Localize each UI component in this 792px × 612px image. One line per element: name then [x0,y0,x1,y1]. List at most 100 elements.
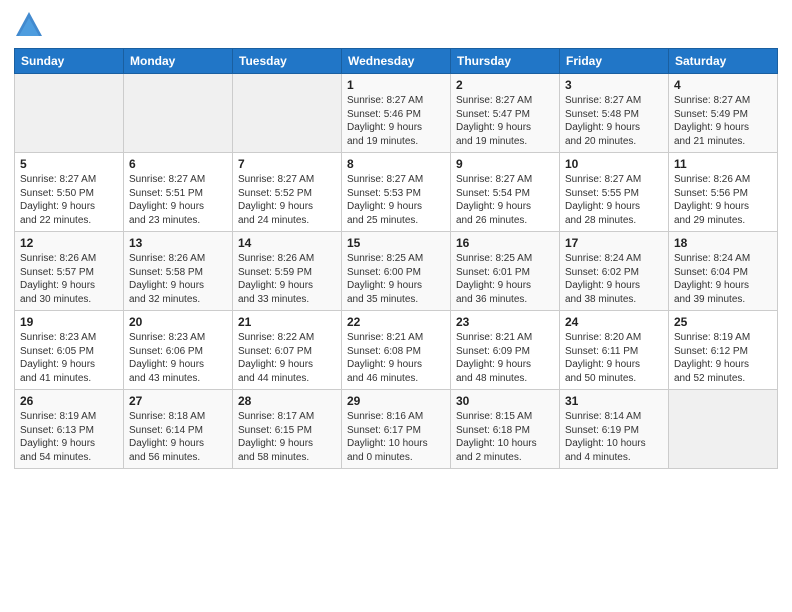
weekday-header-row: SundayMondayTuesdayWednesdayThursdayFrid… [15,49,778,74]
day-info: Sunrise: 8:25 AM Sunset: 6:00 PM Dayligh… [347,252,445,306]
day-info: Sunrise: 8:22 AM Sunset: 6:07 PM Dayligh… [238,331,336,385]
day-number: 28 [238,394,336,408]
day-number: 27 [129,394,227,408]
day-number: 3 [565,78,663,92]
week-row-2: 12 Sunrise: 8:26 AM Sunset: 5:57 PM Dayli… [15,232,778,311]
day-number: 8 [347,157,445,171]
day-number: 17 [565,236,663,250]
logo-icon [14,10,44,40]
weekday-header-friday: Friday [560,49,669,74]
day-info: Sunrise: 8:26 AM Sunset: 5:56 PM Dayligh… [674,173,772,227]
calendar-cell [15,74,124,153]
day-number: 29 [347,394,445,408]
day-info: Sunrise: 8:27 AM Sunset: 5:53 PM Dayligh… [347,173,445,227]
day-number: 13 [129,236,227,250]
day-number: 4 [674,78,772,92]
calendar-cell: 16Sunrise: 8:25 AM Sunset: 6:01 PM Dayli… [451,232,560,311]
day-number: 22 [347,315,445,329]
day-info: Sunrise: 8:27 AM Sunset: 5:51 PM Dayligh… [129,173,227,227]
week-row-1: 5 Sunrise: 8:27 AM Sunset: 5:50 PM Daylig… [15,153,778,232]
weekday-header-thursday: Thursday [451,49,560,74]
weekday-header-sunday: Sunday [15,49,124,74]
day-info: Sunrise: 8:27 AM Sunset: 5:46 PM Dayligh… [347,94,445,148]
day-number: 18 [674,236,772,250]
day-info: Sunrise: 8:27 AM Sunset: 5:47 PM Dayligh… [456,94,554,148]
day-number: 24 [565,315,663,329]
logo [14,10,48,40]
day-info: Sunrise: 8:27 AM Sunset: 5:50 PM Dayligh… [20,173,118,227]
day-info: Sunrise: 8:23 AM Sunset: 6:05 PM Dayligh… [20,331,118,385]
weekday-header-wednesday: Wednesday [342,49,451,74]
calendar-cell: 24 Sunrise: 8:20 AM Sunset: 6:11 PM Dayli… [560,311,669,390]
calendar-cell: 15 Sunrise: 8:25 AM Sunset: 6:00 PM Dayli… [342,232,451,311]
day-info: Sunrise: 8:27 AM Sunset: 5:55 PM Dayligh… [565,173,663,227]
week-row-0: 1 Sunrise: 8:27 AM Sunset: 5:46 PM Daylig… [15,74,778,153]
day-info: Sunrise: 8:26 AM Sunset: 5:59 PM Dayligh… [238,252,336,306]
day-info: Sunrise: 8:27 AM Sunset: 5:49 PM Dayligh… [674,94,772,148]
calendar-cell: 30Sunrise: 8:15 AM Sunset: 6:18 PM Dayli… [451,390,560,469]
weekday-header-saturday: Saturday [669,49,778,74]
day-number: 9 [456,157,554,171]
day-number: 23 [456,315,554,329]
calendar-cell: 1 Sunrise: 8:27 AM Sunset: 5:46 PM Daylig… [342,74,451,153]
day-number: 21 [238,315,336,329]
day-info: Sunrise: 8:24 AM Sunset: 6:04 PM Dayligh… [674,252,772,306]
week-row-3: 19 Sunrise: 8:23 AM Sunset: 6:05 PM Dayli… [15,311,778,390]
day-number: 31 [565,394,663,408]
day-number: 12 [20,236,118,250]
calendar-cell: 5 Sunrise: 8:27 AM Sunset: 5:50 PM Daylig… [15,153,124,232]
calendar-cell: 8 Sunrise: 8:27 AM Sunset: 5:53 PM Daylig… [342,153,451,232]
calendar-cell: 20Sunrise: 8:23 AM Sunset: 6:06 PM Dayli… [124,311,233,390]
day-number: 6 [129,157,227,171]
calendar-cell: 31 Sunrise: 8:14 AM Sunset: 6:19 PM Dayli… [560,390,669,469]
calendar-cell: 9 Sunrise: 8:27 AM Sunset: 5:54 PM Daylig… [451,153,560,232]
day-info: Sunrise: 8:27 AM Sunset: 5:54 PM Dayligh… [456,173,554,227]
day-number: 11 [674,157,772,171]
calendar-cell: 25 Sunrise: 8:19 AM Sunset: 6:12 PM Dayli… [669,311,778,390]
calendar-cell: 18 Sunrise: 8:24 AM Sunset: 6:04 PM Dayli… [669,232,778,311]
calendar-cell: 22 Sunrise: 8:21 AM Sunset: 6:08 PM Dayli… [342,311,451,390]
calendar-cell: 4 Sunrise: 8:27 AM Sunset: 5:49 PM Daylig… [669,74,778,153]
day-number: 19 [20,315,118,329]
day-number: 25 [674,315,772,329]
weekday-header-tuesday: Tuesday [233,49,342,74]
day-number: 26 [20,394,118,408]
day-info: Sunrise: 8:21 AM Sunset: 6:08 PM Dayligh… [347,331,445,385]
day-number: 15 [347,236,445,250]
day-number: 5 [20,157,118,171]
day-number: 1 [347,78,445,92]
calendar-cell: 26 Sunrise: 8:19 AM Sunset: 6:13 PM Dayli… [15,390,124,469]
calendar-table: SundayMondayTuesdayWednesdayThursdayFrid… [14,48,778,469]
day-info: Sunrise: 8:19 AM Sunset: 6:13 PM Dayligh… [20,410,118,464]
day-info: Sunrise: 8:14 AM Sunset: 6:19 PM Dayligh… [565,410,663,464]
calendar-cell: 19 Sunrise: 8:23 AM Sunset: 6:05 PM Dayli… [15,311,124,390]
calendar-cell: 21 Sunrise: 8:22 AM Sunset: 6:07 PM Dayli… [233,311,342,390]
calendar-cell: 28Sunrise: 8:17 AM Sunset: 6:15 PM Dayli… [233,390,342,469]
calendar-cell: 7Sunrise: 8:27 AM Sunset: 5:52 PM Daylig… [233,153,342,232]
day-number: 14 [238,236,336,250]
day-number: 2 [456,78,554,92]
day-info: Sunrise: 8:24 AM Sunset: 6:02 PM Dayligh… [565,252,663,306]
day-info: Sunrise: 8:16 AM Sunset: 6:17 PM Dayligh… [347,410,445,464]
calendar-cell: 17 Sunrise: 8:24 AM Sunset: 6:02 PM Dayli… [560,232,669,311]
day-info: Sunrise: 8:21 AM Sunset: 6:09 PM Dayligh… [456,331,554,385]
calendar-cell: 13 Sunrise: 8:26 AM Sunset: 5:58 PM Dayli… [124,232,233,311]
calendar-cell: 23 Sunrise: 8:21 AM Sunset: 6:09 PM Dayli… [451,311,560,390]
calendar-cell [233,74,342,153]
day-number: 7 [238,157,336,171]
day-info: Sunrise: 8:25 AM Sunset: 6:01 PM Dayligh… [456,252,554,306]
day-info: Sunrise: 8:20 AM Sunset: 6:11 PM Dayligh… [565,331,663,385]
calendar-cell [124,74,233,153]
day-info: Sunrise: 8:26 AM Sunset: 5:57 PM Dayligh… [20,252,118,306]
calendar-cell: 12 Sunrise: 8:26 AM Sunset: 5:57 PM Dayli… [15,232,124,311]
day-info: Sunrise: 8:19 AM Sunset: 6:12 PM Dayligh… [674,331,772,385]
day-info: Sunrise: 8:26 AM Sunset: 5:58 PM Dayligh… [129,252,227,306]
calendar-cell: 6 Sunrise: 8:27 AM Sunset: 5:51 PM Daylig… [124,153,233,232]
calendar-cell: 3 Sunrise: 8:27 AM Sunset: 5:48 PM Daylig… [560,74,669,153]
calendar-cell: 27Sunrise: 8:18 AM Sunset: 6:14 PM Dayli… [124,390,233,469]
day-number: 20 [129,315,227,329]
header [14,10,778,40]
calendar-cell: 2 Sunrise: 8:27 AM Sunset: 5:47 PM Daylig… [451,74,560,153]
day-info: Sunrise: 8:27 AM Sunset: 5:48 PM Dayligh… [565,94,663,148]
calendar-cell: 11 Sunrise: 8:26 AM Sunset: 5:56 PM Dayli… [669,153,778,232]
